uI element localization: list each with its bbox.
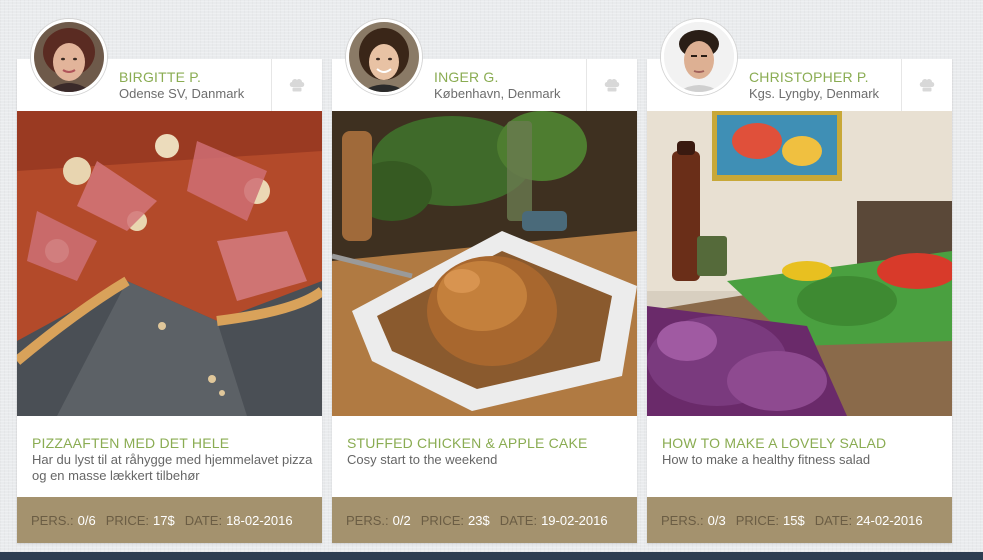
avatar[interactable] (346, 19, 422, 95)
recipe-description: Cosy start to the weekend (347, 452, 498, 467)
avatar[interactable] (661, 19, 737, 95)
recipe-description: Har du lyst til at råhygge med hjemmelav… (32, 452, 313, 483)
date-label: DATE: (184, 512, 223, 528)
price-value: 15$ (783, 512, 805, 528)
recipe-title[interactable]: HOW TO MAKE A LOVELY SALAD (662, 435, 886, 451)
chef-hat-icon (919, 78, 935, 92)
date-label: DATE: (814, 512, 853, 528)
recipe-photo[interactable] (332, 111, 637, 416)
card-header: CHRISTOPHER P. Kgs. Lyngby, Denmark (647, 19, 952, 111)
recipe-description: How to make a healthy fitness salad (662, 452, 871, 467)
pers-label: PERS.: (661, 512, 704, 528)
pers-value: 0/2 (392, 512, 411, 528)
page-bottom-bar (0, 552, 983, 560)
date-label: DATE: (499, 512, 538, 528)
recipe-card[interactable]: BIRGITTE P. Odense SV, Danmark PIZZAAFTE… (17, 19, 322, 543)
recipe-photo[interactable] (17, 111, 322, 416)
price-label: PRICE: (105, 512, 150, 528)
favorite-button[interactable] (586, 59, 637, 111)
price-label: PRICE: (735, 512, 780, 528)
date-value: 19-02-2016 (541, 512, 608, 528)
author-location: København, Denmark (434, 86, 561, 101)
recipe-card[interactable]: INGER G. København, Denmark STUFFED CHIC… (332, 19, 637, 543)
date-value: 24-02-2016 (856, 512, 923, 528)
author-name[interactable]: BIRGITTE P. (119, 69, 201, 85)
card-header: BIRGITTE P. Odense SV, Danmark (17, 19, 322, 111)
recipe-meta-bar: PERS.: 0/6 PRICE: 17$ DATE: 18-02-2016 (17, 497, 322, 543)
price-value: 17$ (153, 512, 175, 528)
date-value: 18-02-2016 (226, 512, 293, 528)
recipe-photo[interactable] (647, 111, 952, 416)
recipe-meta-bar: PERS.: 0/2 PRICE: 23$ DATE: 19-02-2016 (332, 497, 637, 543)
recipe-title[interactable]: PIZZAAFTEN MED DET HELE (32, 435, 229, 451)
pers-label: PERS.: (31, 512, 74, 528)
recipe-meta-bar: PERS.: 0/3 PRICE: 15$ DATE: 24-02-2016 (647, 497, 952, 543)
price-label: PRICE: (420, 512, 465, 528)
recipe-title[interactable]: STUFFED CHICKEN & APPLE CAKE (347, 435, 588, 451)
avatar[interactable] (31, 19, 107, 95)
pers-label: PERS.: (346, 512, 389, 528)
pers-value: 0/3 (707, 512, 726, 528)
card-header: INGER G. København, Denmark (332, 19, 637, 111)
price-value: 23$ (468, 512, 490, 528)
author-name[interactable]: INGER G. (434, 69, 499, 85)
author-name[interactable]: CHRISTOPHER P. (749, 69, 869, 85)
chef-hat-icon (289, 78, 305, 92)
recipe-card[interactable]: CHRISTOPHER P. Kgs. Lyngby, Denmark HOW … (647, 19, 952, 543)
chef-hat-icon (604, 78, 620, 92)
pers-value: 0/6 (77, 512, 96, 528)
favorite-button[interactable] (271, 59, 322, 111)
author-location: Odense SV, Danmark (119, 86, 245, 101)
favorite-button[interactable] (901, 59, 952, 111)
author-location: Kgs. Lyngby, Denmark (749, 86, 880, 101)
